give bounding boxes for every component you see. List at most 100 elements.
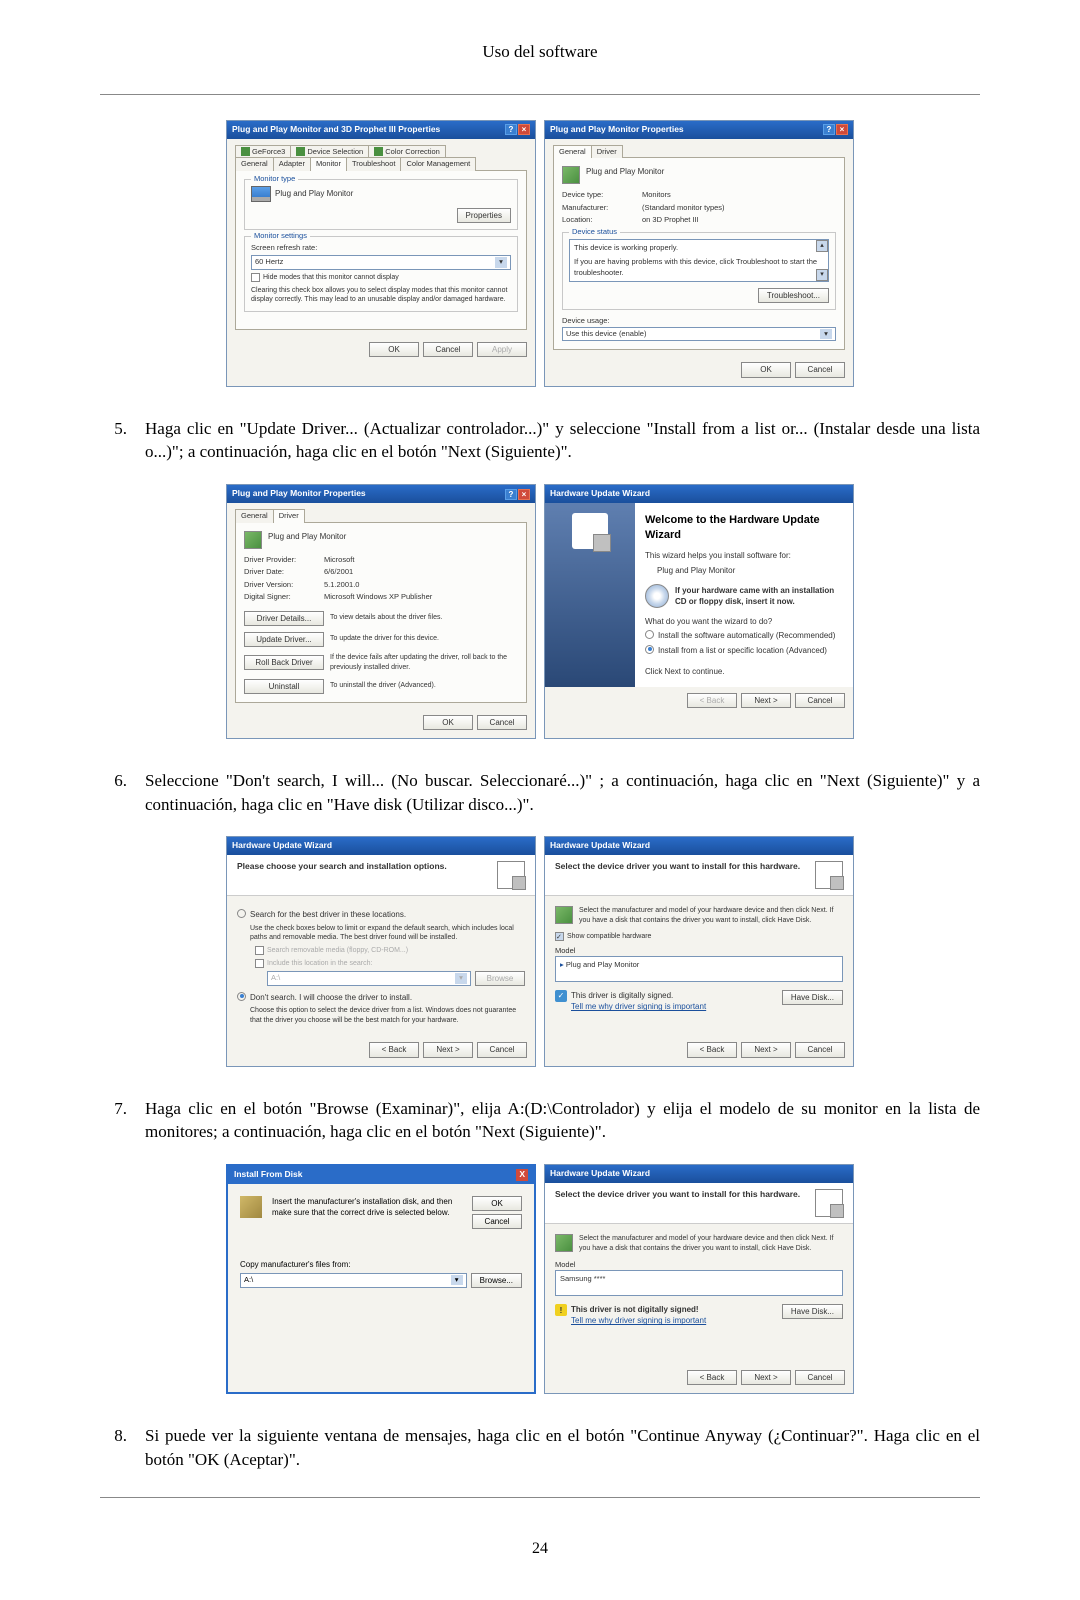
cancel-button[interactable]: Cancel (795, 693, 845, 708)
disk-icon (240, 1196, 262, 1218)
page-header: Uso del software (100, 40, 980, 64)
instruction-step-8: 8. Si puede ver la siguiente ventana de … (100, 1424, 980, 1472)
check-include-location (255, 959, 264, 968)
help-icon[interactable]: ? (505, 124, 517, 135)
radio-install-from-list[interactable] (645, 645, 654, 654)
monitor-type-legend: Monitor type (251, 174, 298, 185)
tab-adapter[interactable]: Adapter (273, 157, 311, 171)
chevron-down-icon: ▾ (451, 1275, 463, 1286)
back-button[interactable]: < Back (687, 1042, 737, 1057)
troubleshoot-button[interactable]: Troubleshoot... (758, 288, 829, 303)
tab-general[interactable]: General (553, 145, 592, 159)
refresh-rate-label: Screen refresh rate: (251, 243, 511, 254)
ok-button[interactable]: OK (423, 715, 473, 730)
tab-color-management[interactable]: Color Management (400, 157, 476, 171)
cancel-button[interactable]: Cancel (423, 342, 473, 357)
signed-icon: ✓ (555, 990, 567, 1002)
back-button[interactable]: < Back (369, 1042, 419, 1057)
copy-from-dropdown[interactable]: A:\▾ (240, 1273, 467, 1288)
signing-info-link[interactable]: Tell me why driver signing is important (571, 1315, 706, 1326)
location-path-dropdown: A:\▾ (267, 971, 471, 986)
show-compatible-checkbox[interactable]: ✓ (555, 932, 564, 941)
screenshot-row-4: Install From Disk X Insert the manufactu… (100, 1164, 980, 1394)
dialog-title-text: Plug and Play Monitor Properties (550, 124, 684, 136)
header-divider (100, 94, 980, 95)
have-disk-button[interactable]: Have Disk... (782, 990, 843, 1005)
help-icon[interactable]: ? (823, 124, 835, 135)
instruction-step-5: 5. Haga clic en "Update Driver... (Actua… (100, 417, 980, 465)
update-driver-button[interactable]: Update Driver... (244, 632, 324, 647)
wizard-select-driver-dialog: Hardware Update Wizard Select the device… (544, 836, 854, 1066)
ok-button[interactable]: OK (741, 362, 791, 377)
tab-driver[interactable]: Driver (273, 509, 305, 523)
refresh-rate-dropdown[interactable]: 60 Hertz▾ (251, 255, 511, 270)
have-disk-button[interactable]: Have Disk... (782, 1304, 843, 1319)
page-number: 24 (100, 1538, 980, 1560)
radio-dont-search[interactable] (237, 992, 246, 1001)
next-button[interactable]: Next > (741, 1370, 791, 1385)
driver-details-button[interactable]: Driver Details... (244, 611, 324, 626)
properties-button[interactable]: Properties (457, 208, 511, 223)
cancel-button[interactable]: Cancel (795, 1370, 845, 1385)
scroll-up-icon[interactable]: ▴ (816, 240, 828, 252)
next-button[interactable]: Next > (741, 1042, 791, 1057)
tab-monitor[interactable]: Monitor (310, 157, 347, 171)
ok-button[interactable]: OK (472, 1196, 522, 1211)
monitor-type-value: Plug and Play Monitor (275, 189, 353, 198)
cancel-button[interactable]: Cancel (477, 715, 527, 730)
pnp-icon (555, 906, 573, 924)
cancel-button[interactable]: Cancel (795, 1042, 845, 1057)
device-name: Plug and Play Monitor (586, 166, 664, 184)
scroll-down-icon[interactable]: ▾ (816, 269, 828, 281)
uninstall-button[interactable]: Uninstall (244, 679, 324, 694)
close-icon[interactable]: × (518, 124, 530, 135)
close-icon[interactable]: × (836, 124, 848, 135)
next-button[interactable]: Next > (423, 1042, 473, 1057)
back-button: < Back (687, 693, 737, 708)
close-icon[interactable]: × (518, 489, 530, 500)
pnp-icon (244, 531, 262, 549)
cancel-button[interactable]: Cancel (472, 1214, 522, 1229)
monitor-properties-driver-dialog: Plug and Play Monitor Properties ?× Gene… (226, 484, 536, 739)
chevron-down-icon: ▾ (495, 257, 507, 268)
tab-general[interactable]: General (235, 509, 274, 523)
instruction-step-7: 7. Haga clic en el botón "Browse (Examin… (100, 1097, 980, 1145)
screenshot-row-3: Hardware Update Wizard Please choose you… (100, 836, 980, 1066)
tab-troubleshoot[interactable]: Troubleshoot (346, 157, 402, 171)
pnp-icon (555, 1234, 573, 1252)
monitor-settings-legend: Monitor settings (251, 231, 310, 242)
radio-auto-install[interactable] (645, 630, 654, 639)
browse-button: Browse (475, 971, 525, 986)
hide-modes-checkbox[interactable] (251, 273, 260, 282)
cd-icon (645, 584, 669, 608)
tab-general[interactable]: General (235, 157, 274, 171)
display-properties-dialog: Plug and Play Monitor and 3D Prophet III… (226, 120, 536, 387)
tab-color-correction[interactable]: Color Correction (368, 145, 446, 159)
wizard-icon (572, 513, 608, 549)
device-usage-dropdown[interactable]: Use this device (enable)▾ (562, 327, 836, 342)
back-button[interactable]: < Back (687, 1370, 737, 1385)
model-listbox[interactable]: ▸ Plug and Play Monitor (555, 956, 843, 982)
install-from-disk-dialog: Install From Disk X Insert the manufactu… (226, 1164, 536, 1394)
monitor-properties-general-dialog: Plug and Play Monitor Properties ? × Gen… (544, 120, 854, 387)
tab-driver[interactable]: Driver (591, 145, 623, 159)
close-icon[interactable]: X (516, 1169, 528, 1181)
cancel-button[interactable]: Cancel (795, 362, 845, 377)
browse-button[interactable]: Browse... (471, 1273, 522, 1288)
hardware-update-wizard-welcome: Hardware Update Wizard Welcome to the Ha… (544, 484, 854, 739)
ok-button[interactable]: OK (369, 342, 419, 357)
radio-search-best[interactable] (237, 909, 246, 918)
dialog-titlebar: Plug and Play Monitor and 3D Prophet III… (227, 121, 535, 139)
wizard-select-driver-samsung-dialog: Hardware Update Wizard Select the device… (544, 1164, 854, 1394)
model-listbox[interactable]: Samsung **** (555, 1270, 843, 1296)
help-icon[interactable]: ? (505, 489, 517, 500)
wizard-welcome-title: Welcome to the Hardware Update Wizard (645, 513, 843, 544)
next-button[interactable]: Next > (741, 693, 791, 708)
wizard-icon (815, 861, 843, 889)
rollback-driver-button[interactable]: Roll Back Driver (244, 655, 324, 670)
apply-button: Apply (477, 342, 527, 357)
tab-geforce3[interactable]: GeForce3 (235, 145, 291, 159)
tab-device-selection[interactable]: Device Selection (290, 145, 369, 159)
signing-info-link[interactable]: Tell me why driver signing is important (571, 1001, 706, 1012)
cancel-button[interactable]: Cancel (477, 1042, 527, 1057)
